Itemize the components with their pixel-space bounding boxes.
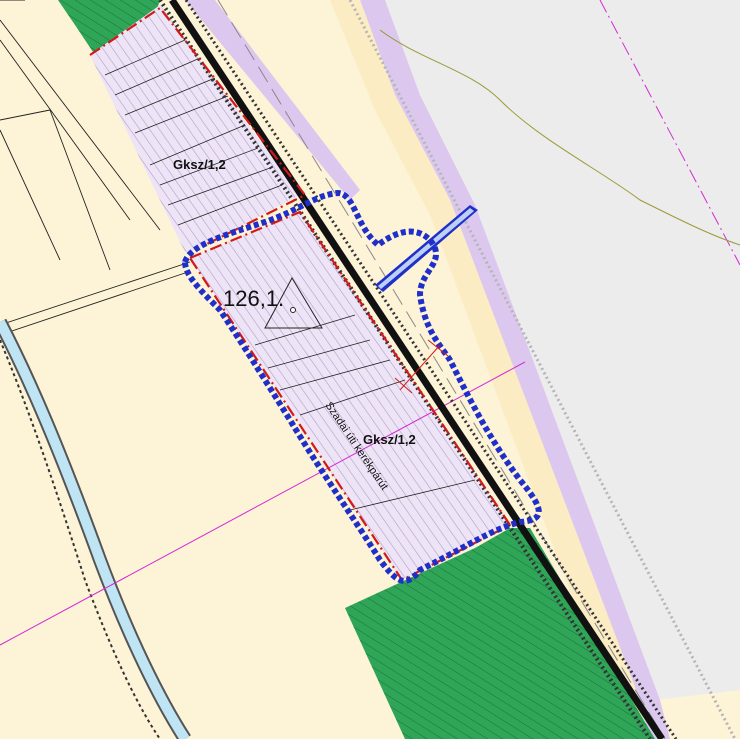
zone-label-upper: Gksz/1,2	[173, 157, 226, 172]
parcel-number-label: 126,1.	[223, 286, 284, 311]
map-canvas[interactable]: Gksz/1,2 Gksz/1,2 126,1. Szadai úti keré…	[0, 0, 740, 739]
survey-point-dot	[290, 307, 296, 313]
zone-label-lower: Gksz/1,2	[363, 432, 416, 447]
